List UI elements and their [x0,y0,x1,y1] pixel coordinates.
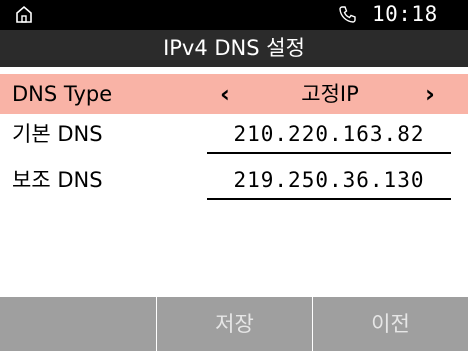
dns-type-value[interactable]: 고정IP [250,74,410,114]
back-button[interactable]: 이전 [313,297,468,351]
chevron-right-icon[interactable]: › [425,74,435,114]
dns-type-label: DNS Type [12,82,113,106]
secondary-dns-field[interactable]: 219.250.36.130 [207,160,451,200]
page-title: IPv4 DNS 설정 [0,30,468,67]
secondary-dns-label: 보조 DNS [12,168,103,192]
primary-dns-field[interactable]: 210.220.163.82 [207,114,451,154]
dns-type-row[interactable]: DNS Type ‹ 고정IP › [0,74,468,114]
secondary-dns-row: 보조 DNS 219.250.36.130 [0,160,468,200]
primary-dns-row: 기본 DNS 210.220.163.82 [0,114,468,154]
phone-icon [339,6,356,23]
status-time: 10:18 [372,2,438,26]
chevron-left-icon[interactable]: ‹ [220,74,230,114]
primary-dns-label: 기본 DNS [12,122,103,146]
home-icon [16,5,32,23]
save-button[interactable]: 저장 [157,297,312,351]
softkey-bar: 저장 이전 [0,297,468,351]
status-bar: 10:18 [0,0,468,30]
softkey-left[interactable] [0,297,156,351]
